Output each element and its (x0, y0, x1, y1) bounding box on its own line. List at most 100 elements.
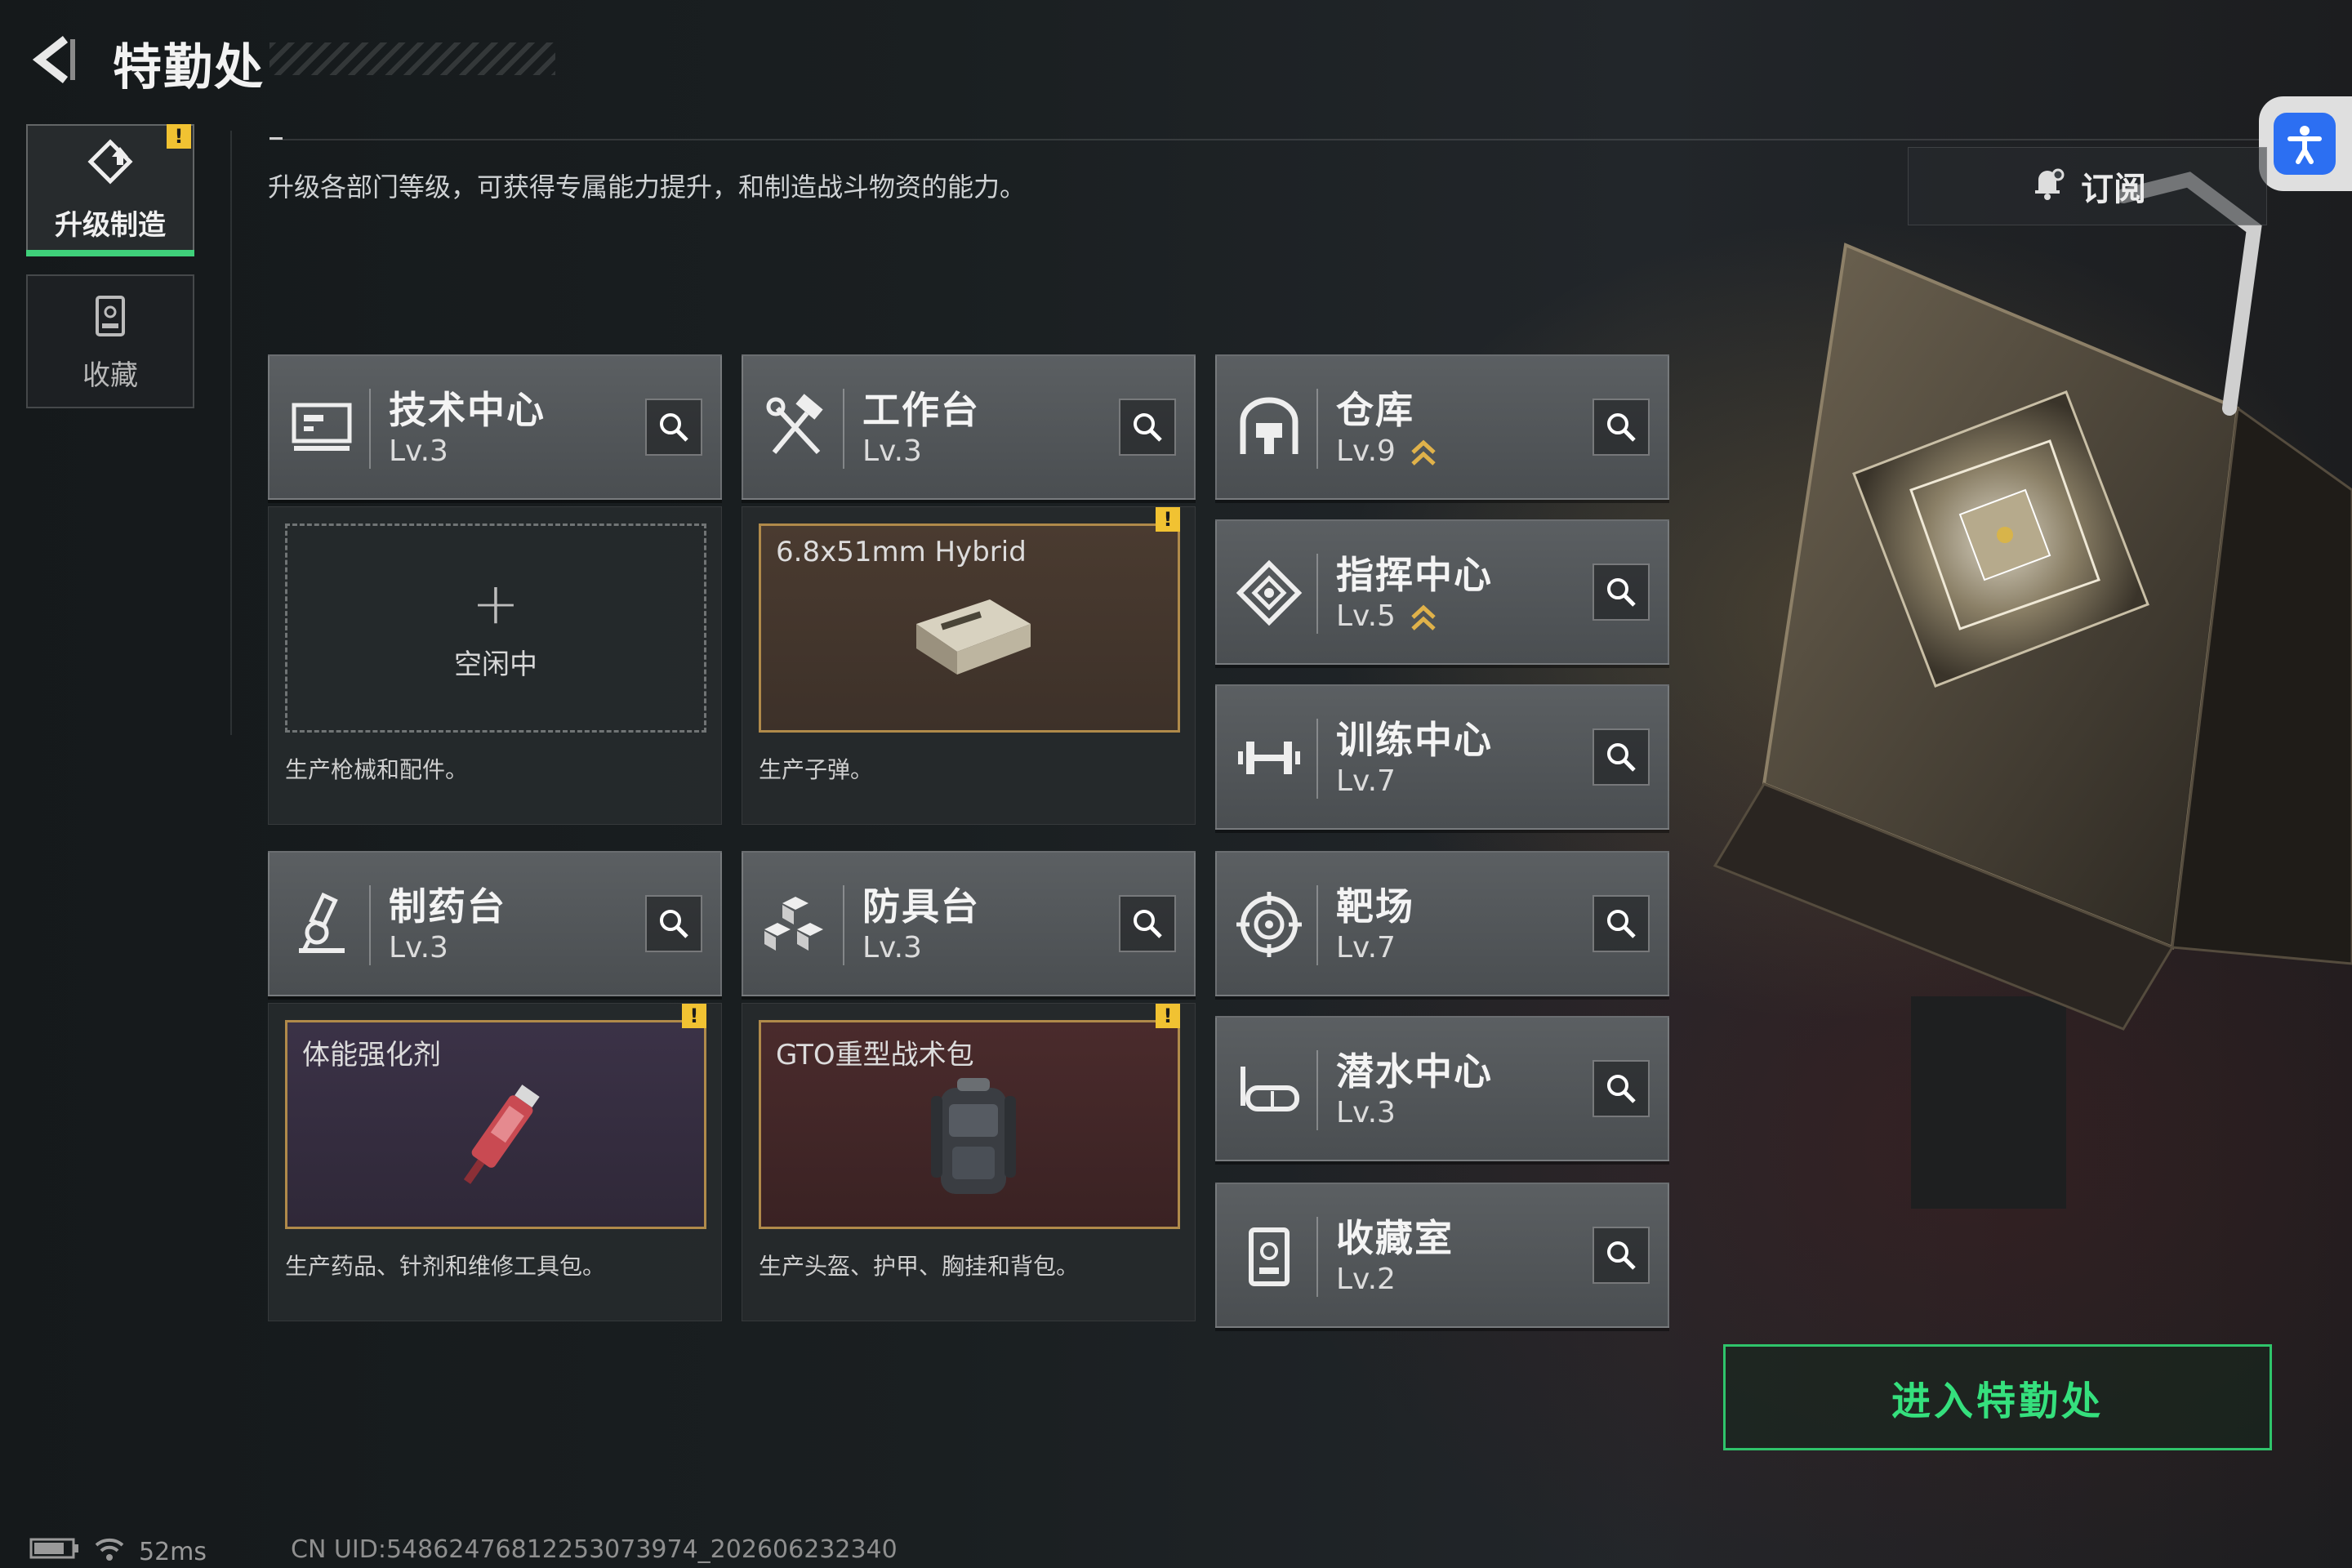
microscope-icon (287, 890, 356, 959)
diving-mask-icon (1235, 1055, 1303, 1124)
collection-case-icon (86, 291, 135, 343)
card-separator (1316, 719, 1318, 799)
dept-name: 训练中心 (1336, 718, 1493, 762)
accessibility-button[interactable] (2259, 96, 2352, 191)
sidebar-divider (230, 131, 232, 735)
card-separator (369, 389, 371, 469)
tactical-backpack-icon (924, 1071, 1022, 1222)
search-icon[interactable] (645, 895, 702, 952)
production-description: 生产子弹。 (759, 756, 874, 783)
bell-icon (2029, 163, 2066, 209)
dept-card-armor-bench[interactable]: 防具台 Lv.3 (742, 851, 1196, 996)
search-icon[interactable] (1592, 1060, 1650, 1117)
alert-badge: ! (682, 1004, 706, 1028)
header-divider (270, 139, 2262, 140)
production-description: 生产药品、针剂和维修工具包。 (285, 1253, 606, 1280)
alert-badge: ! (1156, 1004, 1180, 1028)
search-icon[interactable] (1119, 399, 1176, 456)
subscribe-button[interactable]: 订阅 (1908, 147, 2267, 225)
dept-card-shooting-range[interactable]: 靶场 Lv.7 (1215, 851, 1669, 996)
dept-name: 仓库 (1336, 388, 1414, 432)
wifi-icon (93, 1535, 126, 1568)
dept-name: 技术中心 (389, 388, 546, 432)
sidebar-item-label: 升级制造 (55, 208, 166, 242)
production-slot[interactable]: 6.8x51mm Hybrid (759, 523, 1180, 733)
production-panel-armor-bench[interactable]: GTO重型战术包 ! 生产头盔、护甲、胸挂和背包。 (742, 1003, 1196, 1321)
card-separator (843, 389, 844, 469)
enter-special-ops-button[interactable]: 进入特勤处 (1723, 1344, 2272, 1450)
slot-state: 空闲中 (454, 648, 537, 681)
dept-card-pharmacy[interactable]: 制药台 Lv.3 (268, 851, 722, 996)
sidebar-item-label: 收藏 (82, 359, 138, 392)
search-icon[interactable] (1592, 1227, 1650, 1284)
search-icon[interactable] (645, 399, 702, 456)
dept-level: Lv.3 (862, 434, 922, 468)
dept-card-training-center[interactable]: 训练中心 Lv.7 (1215, 684, 1669, 830)
production-panel-workbench[interactable]: 6.8x51mm Hybrid ! 生产子弹。 (742, 506, 1196, 825)
plus-icon: + (471, 569, 520, 637)
dept-level: Lv.3 (389, 434, 448, 468)
dept-level: Lv.3 (1336, 1096, 1396, 1129)
production-slot[interactable]: 体能强化剂 (285, 1020, 706, 1229)
production-item-name: GTO重型战术包 (776, 1039, 974, 1071)
dept-card-workbench[interactable]: 工作台 Lv.3 (742, 354, 1196, 500)
status-bar: 52ms (29, 1535, 207, 1568)
search-icon[interactable] (1592, 399, 1650, 456)
dept-card-diving-center[interactable]: 潜水中心 Lv.3 (1215, 1016, 1669, 1161)
dept-level: Lv.9 (1336, 434, 1396, 468)
card-separator (1316, 554, 1318, 634)
monitor-icon (287, 394, 356, 462)
cubes-icon (761, 890, 830, 959)
search-icon[interactable] (1592, 564, 1650, 621)
page-title: 特勤处 (113, 39, 265, 96)
production-description: 生产头盔、护甲、胸挂和背包。 (759, 1253, 1080, 1280)
title-decoration (270, 42, 555, 75)
crosshair-icon (1235, 890, 1303, 959)
dept-card-warehouse[interactable]: 仓库 Lv.9 (1215, 354, 1669, 500)
garage-icon (1235, 394, 1303, 462)
dumbbell-icon (1235, 724, 1303, 792)
active-tab-indicator (26, 250, 194, 256)
card-separator (369, 885, 371, 965)
production-slot-empty[interactable]: + 空闲中 (285, 523, 706, 733)
latency-readout: 52ms (139, 1537, 207, 1566)
card-separator (1316, 1217, 1318, 1297)
production-slot[interactable]: GTO重型战术包 (759, 1020, 1180, 1229)
sidebar-tab-collection[interactable]: 收藏 (26, 274, 194, 408)
dept-card-command-center[interactable]: 指挥中心 Lv.5 (1215, 519, 1669, 665)
dept-level: Lv.5 (1336, 599, 1396, 633)
card-separator (1316, 885, 1318, 965)
card-separator (1316, 389, 1318, 469)
dept-level: Lv.7 (1336, 764, 1396, 798)
page-description: 升级各部门等级，可获得专属能力提升，和制造战斗物资的能力。 (268, 172, 1027, 203)
diamond-target-icon (1235, 559, 1303, 627)
search-icon[interactable] (1592, 728, 1650, 786)
battery-icon (29, 1536, 80, 1567)
ammo-box-icon (908, 583, 1039, 693)
production-panel-tech-center[interactable]: + 空闲中 生产枪械和配件。 (268, 506, 722, 825)
dept-name: 收藏室 (1336, 1216, 1454, 1260)
card-separator (1316, 1050, 1318, 1130)
search-icon[interactable] (1119, 895, 1176, 952)
search-icon[interactable] (1592, 895, 1650, 952)
dept-card-tech-center[interactable]: 技术中心 Lv.3 (268, 354, 722, 500)
upgrade-available-icon (1410, 601, 1437, 634)
dept-card-collection-room[interactable]: 收藏室 Lv.2 (1215, 1183, 1669, 1328)
dept-level: Lv.2 (1336, 1263, 1396, 1296)
dept-level: Lv.7 (1336, 931, 1396, 964)
user-uid: CN UID:548624768122530739​74_20260623234… (291, 1535, 898, 1564)
hammer-wrench-icon (761, 394, 830, 462)
display-case-icon (1235, 1222, 1303, 1290)
production-panel-pharmacy[interactable]: 体能强化剂 ! 生产药品、针剂和维修工具包。 (268, 1003, 722, 1321)
dept-name: 潜水中心 (1336, 1049, 1493, 1094)
production-item-name: 6.8x51mm Hybrid (776, 536, 1027, 568)
header-divider-mark (270, 137, 283, 140)
dept-level: Lv.3 (862, 931, 922, 964)
alert-badge: ! (167, 124, 191, 149)
upgrade-craft-icon (84, 137, 136, 193)
accessibility-icon (2274, 113, 2336, 175)
back-arrow-icon[interactable] (24, 31, 82, 88)
subscribe-label: 订阅 (2081, 171, 2146, 208)
dept-name: 靶场 (1336, 884, 1414, 929)
special-ops-cube-artwork (1666, 147, 2352, 1209)
